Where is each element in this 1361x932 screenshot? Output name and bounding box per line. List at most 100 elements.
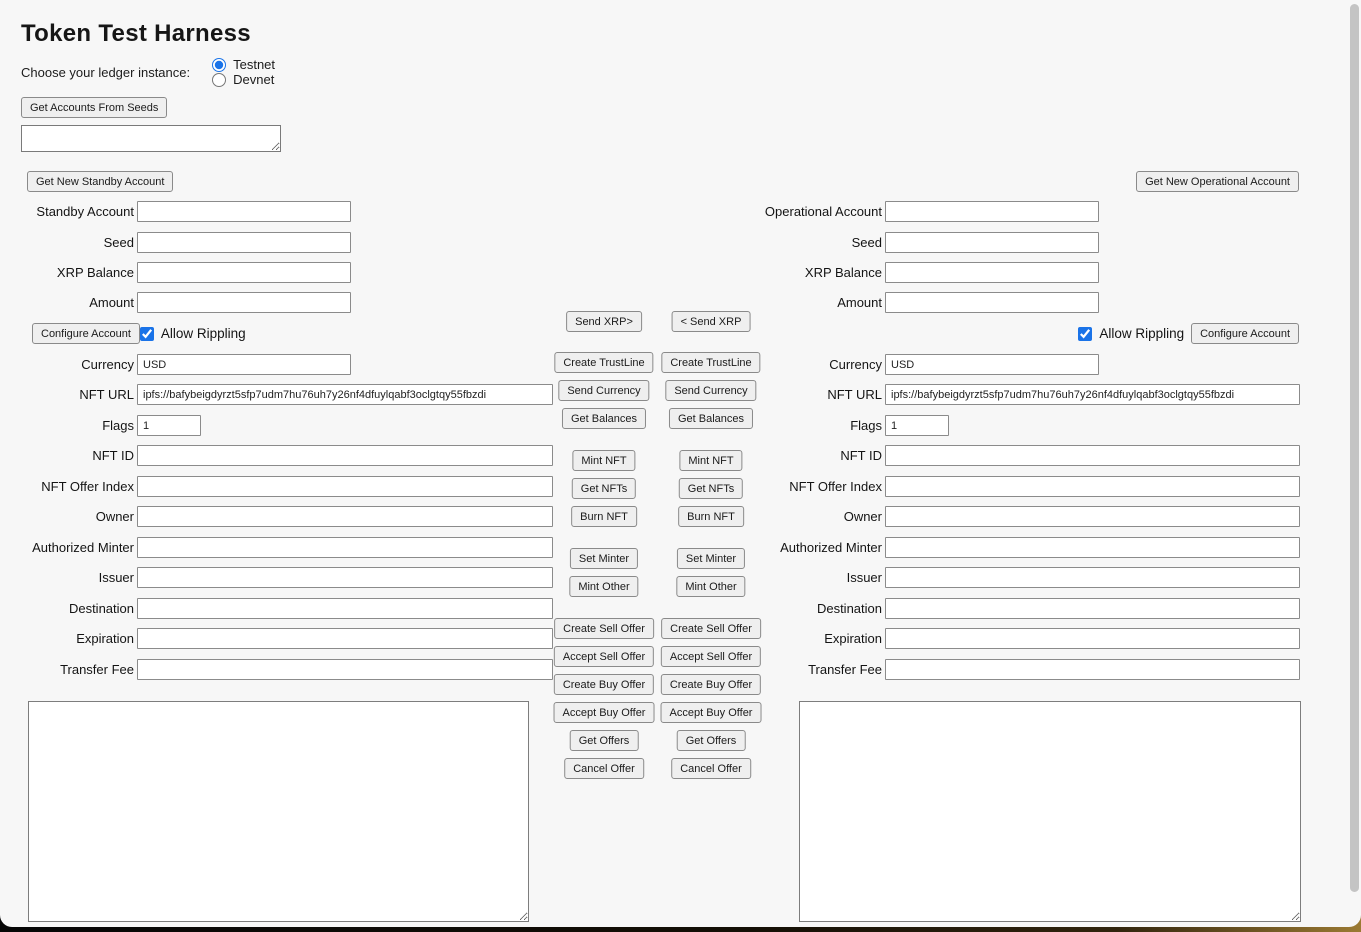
standby-transfer-fee-input[interactable] <box>137 659 553 680</box>
ledger-instance-row: Choose your ledger instance: TestnetDevn… <box>21 63 299 81</box>
operational-currency-input[interactable] <box>885 354 1099 375</box>
operational-transfer-fee-input[interactable] <box>885 659 1300 680</box>
ledger-instance-label: Choose your ledger instance: <box>21 65 190 80</box>
operational-nft-offer-index-input[interactable] <box>885 476 1300 497</box>
operational-seed-input[interactable] <box>885 232 1099 253</box>
standby-nft-id-label: NFT ID <box>0 445 134 466</box>
standby-results-textarea[interactable] <box>28 701 529 922</box>
standby-expiration-label: Expiration <box>0 628 134 649</box>
operational-xrp-balance-input[interactable] <box>885 262 1099 283</box>
operational-results-textarea[interactable] <box>799 701 1301 922</box>
standby-create-trustline-button[interactable]: Create TrustLine <box>554 352 653 373</box>
desktop-background: Token Test Harness Choose your ledger in… <box>0 0 1361 932</box>
operational-configure-account-button[interactable]: Configure Account <box>1191 323 1299 344</box>
standby-configure-row: Configure Account Allow Rippling <box>32 323 253 344</box>
standby-xrp-balance-input[interactable] <box>137 262 351 283</box>
standby-configure-account-button[interactable]: Configure Account <box>32 323 140 344</box>
standby-amount-label: Amount <box>0 292 134 313</box>
ledger-option-testnet[interactable]: Testnet <box>212 57 275 72</box>
operational-burn-nft-button[interactable]: Burn NFT <box>678 506 744 527</box>
standby-flags-input[interactable] <box>137 415 201 436</box>
standby-flags-label: Flags <box>0 415 134 436</box>
standby-expiration-input[interactable] <box>137 628 553 649</box>
operational-get-offers-button[interactable]: Get Offers <box>677 730 746 751</box>
operational-amount-label: Amount <box>640 292 882 313</box>
operational-accept-sell-offer-button[interactable]: Accept Sell Offer <box>661 646 761 667</box>
operational-nft-offer-index-label: NFT Offer Index <box>640 476 882 497</box>
standby-create-sell-offer-button[interactable]: Create Sell Offer <box>554 618 654 639</box>
standby-burn-nft-button[interactable]: Burn NFT <box>571 506 637 527</box>
operational-operational-account-input[interactable] <box>885 201 1099 222</box>
ledger-radio-testnet[interactable] <box>212 58 226 72</box>
standby-mint-nft-button[interactable]: Mint NFT <box>572 450 635 471</box>
standby-standby-account-input[interactable] <box>137 201 351 222</box>
operational-send-xrp-button[interactable]: < Send XRP <box>672 311 751 332</box>
standby-nft-offer-index-label: NFT Offer Index <box>0 476 134 497</box>
scrollbar-thumb[interactable] <box>1350 4 1359 892</box>
standby-authorized-minter-label: Authorized Minter <box>0 537 134 558</box>
standby-owner-input[interactable] <box>137 506 553 527</box>
get-new-standby-account-button[interactable]: Get New Standby Account <box>27 171 173 192</box>
standby-issuer-label: Issuer <box>0 567 134 588</box>
standby-get-balances-button[interactable]: Get Balances <box>562 408 646 429</box>
get-accounts-from-seeds-button[interactable]: Get Accounts From Seeds <box>21 97 167 118</box>
standby-owner-label: Owner <box>0 506 134 527</box>
ledger-options: TestnetDevnet <box>212 57 299 87</box>
operational-allow-rippling-checkbox[interactable] <box>1078 327 1092 341</box>
operational-flags-input[interactable] <box>885 415 949 436</box>
standby-allow-rippling-checkbox[interactable] <box>140 327 154 341</box>
operational-accept-buy-offer-button[interactable]: Accept Buy Offer <box>661 702 762 723</box>
ledger-radio-devnet[interactable] <box>212 73 226 87</box>
standby-authorized-minter-input[interactable] <box>137 537 553 558</box>
ledger-option-devnet[interactable]: Devnet <box>212 72 275 87</box>
operational-create-trustline-button[interactable]: Create TrustLine <box>661 352 760 373</box>
operational-xrp-balance-label: XRP Balance <box>640 262 882 283</box>
operational-send-currency-button[interactable]: Send Currency <box>665 380 756 401</box>
operational-issuer-input[interactable] <box>885 567 1300 588</box>
operational-operational-account-label: Operational Account <box>640 201 882 222</box>
operational-destination-input[interactable] <box>885 598 1300 619</box>
operational-nft-id-label: NFT ID <box>640 445 882 466</box>
operational-mint-nft-button[interactable]: Mint NFT <box>679 450 742 471</box>
standby-currency-input[interactable] <box>137 354 351 375</box>
token-test-harness-page: Token Test Harness Choose your ledger in… <box>0 0 1361 927</box>
standby-send-xrp-button[interactable]: Send XRP> <box>566 311 642 332</box>
standby-destination-label: Destination <box>0 598 134 619</box>
standby-mint-other-button[interactable]: Mint Other <box>569 576 638 597</box>
standby-send-currency-button[interactable]: Send Currency <box>558 380 649 401</box>
standby-get-offers-button[interactable]: Get Offers <box>570 730 639 751</box>
standby-accept-buy-offer-button[interactable]: Accept Buy Offer <box>554 702 655 723</box>
operational-allow-rippling-label: Allow Rippling <box>1099 326 1184 341</box>
operational-create-buy-offer-button[interactable]: Create Buy Offer <box>661 674 761 695</box>
ledger-radio-label: Devnet <box>233 72 274 87</box>
operational-mint-other-button[interactable]: Mint Other <box>676 576 745 597</box>
ledger-radio-label: Testnet <box>233 57 275 72</box>
seeds-textarea[interactable] <box>21 125 281 152</box>
standby-seed-input[interactable] <box>137 232 351 253</box>
standby-get-nfts-button[interactable]: Get NFTs <box>572 478 636 499</box>
operational-create-sell-offer-button[interactable]: Create Sell Offer <box>661 618 761 639</box>
standby-currency-label: Currency <box>0 354 134 375</box>
operational-expiration-input[interactable] <box>885 628 1300 649</box>
operational-nft-id-input[interactable] <box>885 445 1300 466</box>
standby-set-minter-button[interactable]: Set Minter <box>570 548 638 569</box>
standby-nft-offer-index-input[interactable] <box>137 476 553 497</box>
operational-amount-input[interactable] <box>885 292 1099 313</box>
operational-set-minter-button[interactable]: Set Minter <box>677 548 745 569</box>
standby-amount-input[interactable] <box>137 292 351 313</box>
operational-configure-row: Allow Rippling Configure Account <box>1078 323 1299 344</box>
standby-issuer-input[interactable] <box>137 567 553 588</box>
operational-cancel-offer-button[interactable]: Cancel Offer <box>671 758 751 779</box>
standby-nft-id-input[interactable] <box>137 445 553 466</box>
operational-get-nfts-button[interactable]: Get NFTs <box>679 478 743 499</box>
get-new-operational-account-button[interactable]: Get New Operational Account <box>1136 171 1299 192</box>
operational-get-balances-button[interactable]: Get Balances <box>669 408 753 429</box>
standby-standby-account-label: Standby Account <box>0 201 134 222</box>
standby-cancel-offer-button[interactable]: Cancel Offer <box>564 758 644 779</box>
operational-nft-url-input[interactable] <box>885 384 1300 405</box>
operational-authorized-minter-input[interactable] <box>885 537 1300 558</box>
standby-nft-url-input[interactable] <box>137 384 553 405</box>
standby-destination-input[interactable] <box>137 598 553 619</box>
operational-seed-label: Seed <box>640 232 882 253</box>
operational-owner-input[interactable] <box>885 506 1300 527</box>
